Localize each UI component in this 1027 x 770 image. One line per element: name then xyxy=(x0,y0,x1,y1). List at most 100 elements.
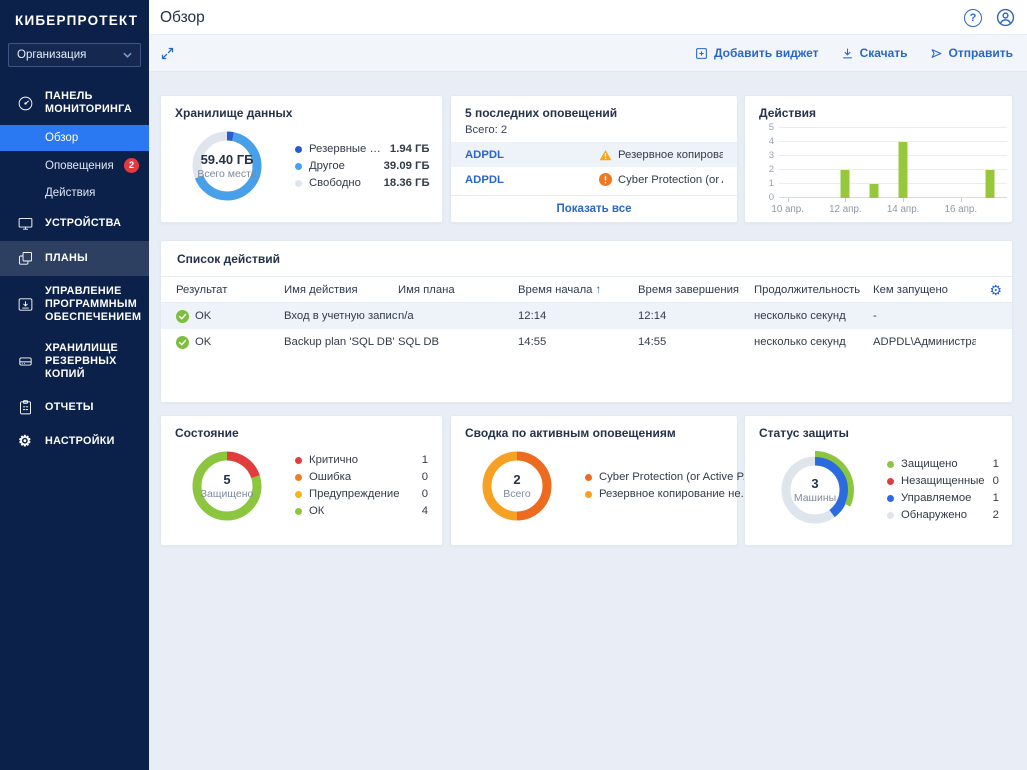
legend-value: 0 xyxy=(422,469,428,486)
legend-item: Cyber Protection (or Active P...1 xyxy=(585,469,766,486)
sidebar-item-panel-monitoring[interactable]: ПАНЕЛЬ МОНИТОРИНГА xyxy=(0,81,149,125)
account-icon[interactable] xyxy=(996,8,1015,27)
x-axis-tick xyxy=(961,198,962,202)
legend-label: Cyber Protection (or Active P... xyxy=(599,469,752,486)
legend-value: 4 xyxy=(422,503,428,520)
alert-row[interactable]: ADPDLРезервное копирование н... xyxy=(451,142,737,167)
organization-selector[interactable]: Организация xyxy=(8,43,141,67)
column-header-finish-time[interactable]: Время завершения xyxy=(638,284,754,296)
sidebar-item-overview[interactable]: Обзор xyxy=(0,125,149,151)
legend-item: ОК4 xyxy=(295,503,428,520)
legend-color-dot xyxy=(295,457,302,464)
table-settings-icon[interactable]: ⚙ xyxy=(976,283,1002,297)
sidebar-item-alerts[interactable]: Оповещения2 xyxy=(0,151,149,180)
toolbar-actions: Добавить виджет Скачать Отправить xyxy=(695,46,1013,60)
sidebar-item-reports[interactable]: ОТЧЕТЫ xyxy=(0,390,149,425)
legend-item: Другое39.09 ГБ xyxy=(295,158,430,175)
sidebar-item-label: ОТЧЕТЫ xyxy=(45,401,94,414)
warning-icon xyxy=(599,149,612,161)
legend-value: 0 xyxy=(993,473,999,490)
storage-total-value: 59.40 ГБ xyxy=(201,152,254,167)
activities-table-title: Список действий xyxy=(161,241,1012,276)
alert-row[interactable]: ADPDLCyber Protection (or Active ... xyxy=(451,167,737,192)
expand-icon xyxy=(160,46,175,61)
alert-device-link[interactable]: ADPDL xyxy=(465,174,599,186)
cell-activity-name: Вход в учетную запись "... xyxy=(284,310,398,322)
sidebar-item-label: ХРАНИЛИЩЕ РЕЗЕРВНЫХ КОПИЙ xyxy=(45,342,139,381)
alerts-total: Всего: 2 xyxy=(451,120,737,142)
expand-dashboard-button[interactable] xyxy=(160,46,175,61)
alert-device-link[interactable]: ADPDL xyxy=(465,149,599,161)
result-label: OK xyxy=(195,336,211,348)
table-row[interactable]: OKВход в учетную запись "...n/a12:1412:1… xyxy=(161,303,1012,329)
software-management-icon xyxy=(14,296,36,313)
column-header-duration[interactable]: Продолжительность xyxy=(754,284,873,296)
x-axis-tick xyxy=(845,198,846,202)
sidebar-item-label: УПРАВЛЕНИЕ ПРОГРАММНЫМ ОБЕСПЕЧЕНИЕМ xyxy=(45,285,139,324)
legend-item: Управляемое1 xyxy=(887,490,999,507)
sidebar-item-backup-storage[interactable]: ХРАНИЛИЩЕ РЕЗЕРВНЫХ КОПИЙ xyxy=(0,333,149,390)
cell-start-time: 12:14 xyxy=(518,310,638,322)
cell-started-by: ADPDL\Администратор xyxy=(873,336,976,348)
legend-color-dot xyxy=(295,146,302,153)
sidebar-item-plans[interactable]: ПЛАНЫ xyxy=(0,241,149,276)
download-button[interactable]: Скачать xyxy=(841,46,908,60)
y-axis-label: 5 xyxy=(757,122,774,133)
widget-state: Состояние 5 Защищено Критично1Ошибка0Пре… xyxy=(160,415,443,546)
download-icon xyxy=(841,47,854,60)
legend-color-dot xyxy=(887,512,894,519)
x-axis-label: 12 апр. xyxy=(829,204,862,215)
widget-active-alerts-summary: Сводка по активным оповещениям 2 Всего C… xyxy=(450,415,738,546)
widget-storage-title: Хранилище данных xyxy=(161,96,442,120)
top-bar: Обзор ? xyxy=(149,0,1027,35)
legend-label: Критично xyxy=(309,452,414,469)
legend-color-dot xyxy=(295,474,302,481)
bar-value-4 xyxy=(899,142,908,198)
help-icon[interactable]: ? xyxy=(964,9,982,27)
sidebar-item-devices[interactable]: УСТРОЙСТВА xyxy=(0,206,149,241)
legend-item: Свободно18.36 ГБ xyxy=(295,175,430,192)
x-axis-label: 14 апр. xyxy=(887,204,920,215)
storage-donut-center: 59.40 ГБ Всего места xyxy=(185,124,269,208)
column-header-activity-name[interactable]: Имя действия xyxy=(284,284,398,296)
state-donut-center: 5 Защищено xyxy=(185,444,269,528)
bar-value-2 xyxy=(841,170,850,198)
add-widget-label: Добавить виджет xyxy=(714,46,819,60)
cell-result: OK xyxy=(176,310,284,323)
send-button[interactable]: Отправить xyxy=(930,46,1013,60)
add-widget-button[interactable]: Добавить виджет xyxy=(695,46,819,60)
sidebar-item-software-management[interactable]: УПРАВЛЕНИЕ ПРОГРАММНЫМ ОБЕСПЕЧЕНИЕМ xyxy=(0,276,149,333)
main-area: Обзор ? Добавить виджет Скачать xyxy=(149,0,1027,770)
bar-value-1 xyxy=(870,184,879,198)
cell-finish-time: 14:55 xyxy=(638,336,754,348)
legend-item: Резервное копирование не...1 xyxy=(585,486,766,503)
summary-body: 2 Всего Cyber Protection (or Active P...… xyxy=(451,440,737,528)
column-header-result[interactable]: Результат xyxy=(176,284,284,296)
sidebar-item-settings[interactable]: ⚙НАСТРОЙКИ xyxy=(0,425,149,458)
show-all-link[interactable]: Показать все xyxy=(451,195,737,222)
column-header-plan-name[interactable]: Имя плана xyxy=(398,284,518,296)
table-body: OKВход в учетную запись "...n/a12:1412:1… xyxy=(161,303,1012,355)
error-icon xyxy=(599,173,612,186)
column-header-start-time[interactable]: Время начала↑ xyxy=(518,284,638,296)
legend-color-dot xyxy=(887,478,894,485)
x-axis-label: 10 апр. xyxy=(771,204,804,215)
table-header-row: РезультатИмя действияИмя планаВремя нача… xyxy=(161,276,1012,303)
brand-logo: КИБЕРПРОТЕКТ xyxy=(0,0,149,28)
column-header-started-by[interactable]: Кем запущено xyxy=(873,284,976,296)
protection-donut-chart: 3 Машины xyxy=(769,444,861,536)
table-row[interactable]: OKBackup plan 'SQL DB'SQL DB14:5514:55не… xyxy=(161,329,1012,355)
legend-item: Предупреждение0 xyxy=(295,486,428,503)
widget-state-title: Состояние xyxy=(161,416,442,440)
widget-activities-chart-title: Действия xyxy=(745,96,1012,120)
cell-duration: несколько секунд xyxy=(754,336,873,348)
sidebar-item-activities[interactable]: Действия xyxy=(0,180,149,206)
sidebar-menu: ПАНЕЛЬ МОНИТОРИНГАОбзорОповещения2Действ… xyxy=(0,81,149,458)
toolbar: Добавить виджет Скачать Отправить xyxy=(149,35,1027,72)
sort-ascending-icon: ↑ xyxy=(595,284,601,296)
legend-value: 1 xyxy=(422,452,428,469)
cell-duration: несколько секунд xyxy=(754,310,873,322)
account-person-icon xyxy=(996,8,1015,27)
sidebar: КИБЕРПРОТЕКТ Организация ПАНЕЛЬ МОНИТОРИ… xyxy=(0,0,149,770)
x-axis-label: 16 апр. xyxy=(945,204,978,215)
